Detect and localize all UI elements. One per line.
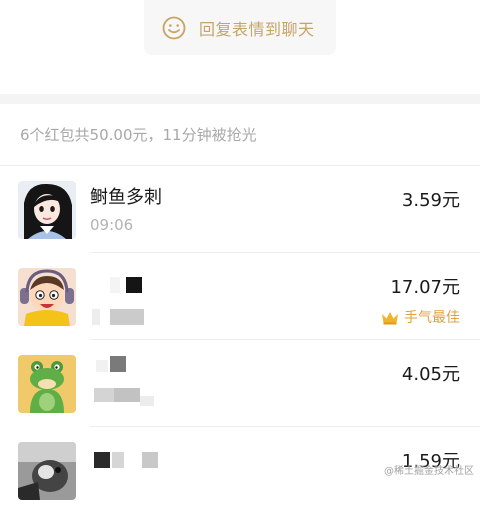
best-luck-badge: 手气最佳 xyxy=(381,307,460,327)
reply-emoji-label: 回复表情到聊天 xyxy=(199,19,315,39)
avatar xyxy=(18,442,76,500)
censored-name xyxy=(110,356,126,372)
watermark: @稀土掘金技术社区 xyxy=(384,466,474,477)
censored-name xyxy=(96,360,108,372)
censored-time xyxy=(92,309,100,325)
grab-time: 09:06 xyxy=(90,216,134,234)
censored-time xyxy=(140,396,154,406)
censored-time xyxy=(94,388,114,402)
censored-name xyxy=(110,277,120,293)
avatar xyxy=(18,355,76,413)
smiley-icon xyxy=(162,16,186,39)
list-item[interactable]: 4.05元 xyxy=(0,340,480,427)
avatar xyxy=(18,181,76,239)
list-item[interactable]: 鲥鱼多刺 09:06 3.59元 xyxy=(0,166,480,253)
list-item[interactable]: 17.07元 手气最佳 xyxy=(0,253,480,340)
grab-amount: 3.59元 xyxy=(401,190,460,211)
packet-summary: 6个红包共50.00元，11分钟被抢光 xyxy=(20,126,257,144)
grab-amount: 17.07元 xyxy=(390,277,460,298)
reply-emoji-button[interactable]: 回复表情到聊天 xyxy=(144,0,336,55)
censored-name xyxy=(142,452,158,468)
censored-time xyxy=(114,388,140,402)
censored-name xyxy=(112,452,124,468)
best-luck-label: 手气最佳 xyxy=(404,310,460,326)
member-name: 鲥鱼多刺 xyxy=(90,187,162,208)
avatar xyxy=(18,268,76,326)
censored-name xyxy=(126,277,142,293)
censored-name xyxy=(94,452,110,468)
top-area: 回复表情到聊天 xyxy=(0,0,480,94)
censored-time xyxy=(110,309,144,325)
grab-amount: 4.05元 xyxy=(401,364,460,385)
section-divider xyxy=(0,94,480,104)
crown-icon xyxy=(382,311,398,324)
